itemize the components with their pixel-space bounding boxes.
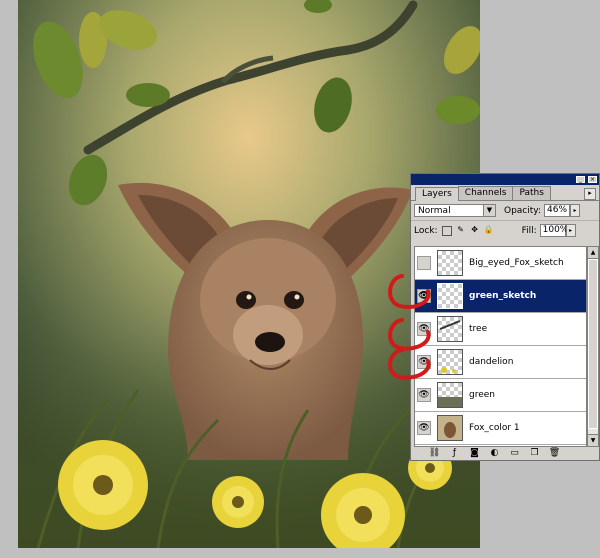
fill-label: Fill: <box>521 225 537 236</box>
lock-all-icon[interactable]: 🔒 <box>484 225 494 236</box>
lock-row: Lock: ✎ ✥ 🔒 Fill: 100% ▸ <box>411 220 599 240</box>
layer-row-fox-color-1[interactable]: 👁 Fox_color 1 <box>415 412 586 445</box>
layer-thumbnail <box>437 283 463 309</box>
fill-input[interactable]: 100% <box>539 224 568 237</box>
link-layers-icon[interactable]: ⛓ <box>429 448 440 458</box>
lock-label: Lock: <box>414 225 438 236</box>
layer-row-green-sketch[interactable]: 👁 green_sketch <box>415 280 586 313</box>
tab-layers[interactable]: Layers <box>415 187 459 201</box>
blend-mode-select[interactable]: Normal ▼ <box>414 204 496 217</box>
scroll-up-icon[interactable]: ▲ <box>588 247 598 259</box>
eye-icon[interactable]: 👁 <box>417 421 431 435</box>
eye-icon[interactable]: 👁 <box>417 322 431 336</box>
new-layer-icon[interactable]: ❐ <box>529 448 540 458</box>
palette-tabs: Layers Channels Paths ▸ <box>411 185 599 201</box>
close-icon[interactable]: × <box>588 176 597 183</box>
scroll-down-icon[interactable]: ▼ <box>588 434 598 446</box>
lock-pixels-icon[interactable]: ✎ <box>456 225 466 236</box>
layer-thumbnail <box>437 382 463 408</box>
layer-row-dandelion[interactable]: 👁 dandelion <box>415 346 586 379</box>
lock-transparency-icon[interactable] <box>441 225 452 236</box>
layer-thumbnail <box>437 250 463 276</box>
dandelion-flower-1 <box>58 440 148 530</box>
layer-row-tree[interactable]: 👁 tree <box>415 313 586 346</box>
dandelion-flower-2 <box>212 476 264 528</box>
layer-name: tree <box>469 324 488 334</box>
fill-slider-toggle[interactable]: ▸ <box>565 224 576 237</box>
lock-position-icon[interactable]: ✥ <box>470 225 480 236</box>
eye-icon[interactable]: 👁 <box>417 289 431 303</box>
tab-paths[interactable]: Paths <box>512 186 551 200</box>
opacity-input[interactable]: 46% <box>544 204 570 217</box>
blend-row: Normal ▼ Opacity: 46% ▸ <box>411 201 599 220</box>
palette-footer: ⛓ ƒ ◙ ◐ ▭ ❐ 🗑 <box>411 446 599 460</box>
layer-name: green <box>469 390 495 400</box>
tab-channels[interactable]: Channels <box>457 186 514 200</box>
layer-list: Big_eyed_Fox_sketch 👁 green_sketch 👁 tre… <box>414 246 587 447</box>
palette-titlebar[interactable]: _ × <box>411 174 599 185</box>
layer-row-green[interactable]: 👁 green <box>415 379 586 412</box>
delete-layer-icon[interactable]: 🗑 <box>549 448 560 458</box>
layer-row-big-eyed-fox-sketch[interactable]: Big_eyed_Fox_sketch <box>415 247 586 280</box>
opacity-slider-toggle[interactable]: ▸ <box>570 204 580 217</box>
minimize-icon[interactable]: _ <box>576 176 585 183</box>
layer-thumbnail <box>437 316 463 342</box>
layer-list-scrollbar[interactable]: ▲ ▼ <box>587 246 599 447</box>
adjustment-layer-icon[interactable]: ◐ <box>489 448 500 458</box>
palette-menu-icon[interactable]: ▸ <box>584 188 596 200</box>
scroll-thumb[interactable] <box>588 259 598 429</box>
blend-mode-value: Normal <box>418 205 451 216</box>
chevron-down-icon[interactable]: ▼ <box>483 205 495 216</box>
layer-thumbnail <box>437 415 463 441</box>
layer-style-icon[interactable]: ƒ <box>449 448 460 458</box>
layer-name: green_sketch <box>469 291 537 301</box>
layer-thumbnail <box>437 349 463 375</box>
visibility-toggle[interactable] <box>417 256 431 270</box>
opacity-label: Opacity: <box>504 205 541 216</box>
eye-icon[interactable]: 👁 <box>417 388 431 402</box>
eye-icon[interactable]: 👁 <box>417 355 431 369</box>
layer-name: Big_eyed_Fox_sketch <box>469 258 564 268</box>
layer-name: Fox_color 1 <box>469 423 520 433</box>
layers-palette[interactable]: _ × Layers Channels Paths ▸ Normal ▼ Opa… <box>410 173 600 461</box>
layer-name: dandelion <box>469 357 514 367</box>
new-group-icon[interactable]: ▭ <box>509 448 520 458</box>
layer-mask-icon[interactable]: ◙ <box>469 448 480 458</box>
